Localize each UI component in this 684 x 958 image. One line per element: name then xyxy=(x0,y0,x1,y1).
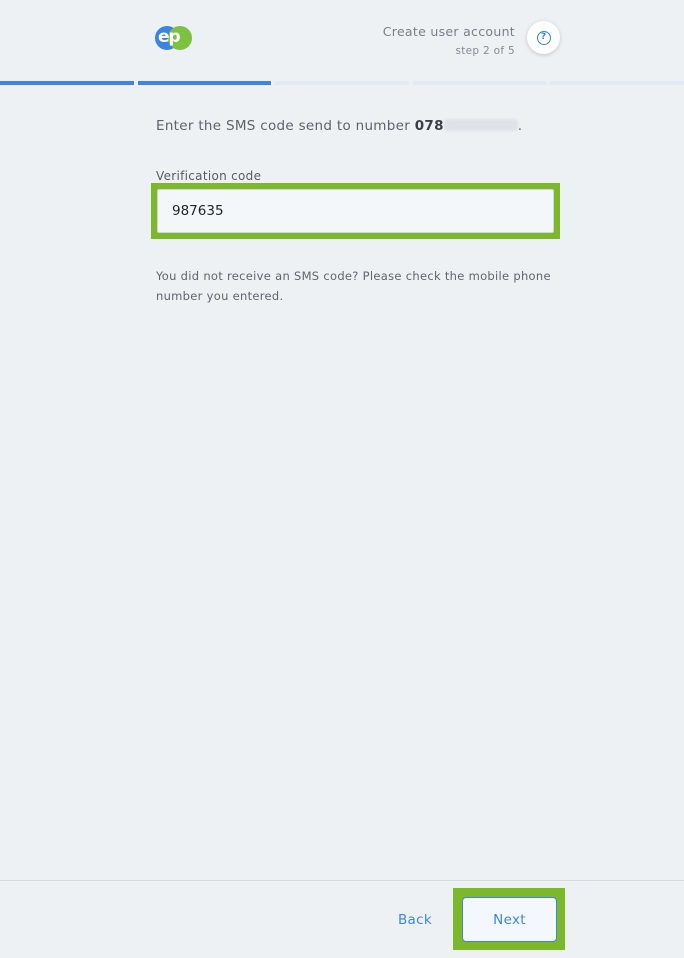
footer-divider xyxy=(0,880,684,881)
redacted-phone-digits xyxy=(443,119,518,131)
progress-step-1 xyxy=(0,81,134,85)
back-button[interactable]: Back xyxy=(390,906,440,934)
prompt-suffix: . xyxy=(517,118,523,134)
verification-code-input[interactable] xyxy=(157,189,554,233)
question-circle-icon: ? xyxy=(536,30,551,45)
sms-prompt: Enter the SMS code send to number 078. xyxy=(156,118,522,134)
progress-step-4 xyxy=(412,81,547,85)
next-button[interactable]: Next xyxy=(462,897,557,942)
progress-step-5 xyxy=(550,81,684,85)
phone-number-visible: 078 xyxy=(414,118,444,134)
progress-step-3 xyxy=(275,81,409,85)
help-button[interactable]: ? xyxy=(527,21,560,54)
verification-code-label: Verification code xyxy=(156,169,262,183)
step-indicator: step 2 of 5 xyxy=(455,45,515,57)
logo-text: ep xyxy=(158,27,181,47)
ep-logo: ep xyxy=(155,26,193,50)
prompt-prefix: Enter the SMS code send to number xyxy=(156,118,415,134)
signup-page: ep Create user account step 2 of 5 ? Ent… xyxy=(0,0,684,958)
header-text: Create user account step 2 of 5 xyxy=(383,24,515,57)
progress-step-2 xyxy=(137,81,272,85)
progress-bar xyxy=(0,81,684,85)
page-title: Create user account xyxy=(382,24,515,39)
sms-hint-text: You did not receive an SMS code? Please … xyxy=(156,269,551,303)
